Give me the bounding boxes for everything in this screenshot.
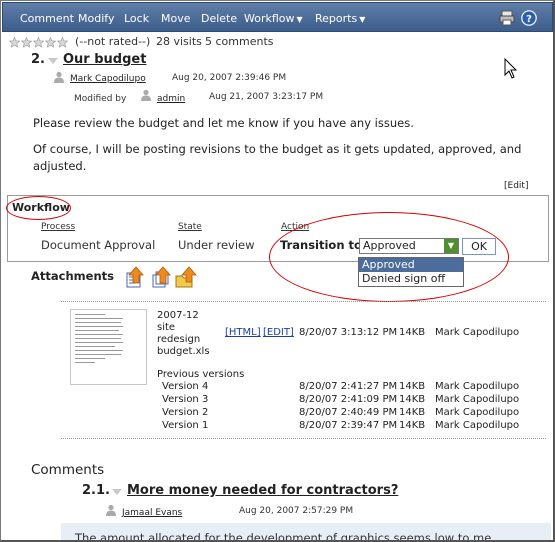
state-label: State bbox=[178, 222, 202, 232]
version-owner: Mark Capodilupo bbox=[435, 407, 520, 418]
file-name-line: budget.xls bbox=[157, 346, 210, 357]
comment-title[interactable]: More money needed for contractors? bbox=[127, 483, 398, 498]
body-paragraph: Please review the budget and let me know… bbox=[33, 116, 414, 130]
version-date: 8/20/07 2:41:09 PM bbox=[299, 394, 398, 405]
reports-menu[interactable]: Reports ▼ bbox=[315, 12, 365, 25]
spreadsheet-thumbnail[interactable] bbox=[70, 309, 147, 385]
file-size: 14KB bbox=[399, 327, 426, 338]
html-link[interactable]: [HTML] bbox=[225, 327, 261, 338]
version-size: 14KB bbox=[399, 420, 426, 431]
version-date: 8/20/07 2:41:27 PM bbox=[299, 381, 398, 392]
user-icon bbox=[141, 89, 151, 101]
process-value: Document Approval bbox=[41, 238, 156, 252]
mouse-cursor-icon bbox=[504, 58, 518, 79]
star-icon[interactable] bbox=[21, 36, 32, 48]
user-icon bbox=[54, 71, 64, 83]
version-size: 14KB bbox=[399, 394, 426, 405]
comment-count: 5 comments bbox=[205, 35, 274, 48]
modified-date: Aug 21, 2007 3:23:17 PM bbox=[209, 92, 324, 102]
reports-menu-label: Reports bbox=[315, 12, 358, 25]
body-paragraph: Of course, I will be posting revisions t… bbox=[33, 142, 522, 173]
toolbar: Comment Modify Lock Move Delete Workflow… bbox=[2, 2, 553, 32]
modified-by-link[interactable]: admin bbox=[157, 94, 185, 104]
window-frame: Comment Modify Lock Move Delete Workflow… bbox=[0, 0, 555, 542]
lock-button[interactable]: Lock bbox=[124, 12, 149, 25]
item-number: 2. bbox=[31, 52, 45, 67]
workflow-heading: Workflow bbox=[12, 201, 70, 214]
rating-status: (--not rated--) bbox=[75, 35, 151, 48]
version-label[interactable]: Version 2 bbox=[162, 407, 208, 418]
created-date: Aug 20, 2007 2:39:46 PM bbox=[172, 73, 287, 83]
version-owner: Mark Capodilupo bbox=[435, 381, 520, 392]
star-icon[interactable] bbox=[45, 36, 56, 48]
chevron-down-icon[interactable]: ▼ bbox=[444, 239, 458, 253]
version-date: 8/20/07 2:40:49 PM bbox=[299, 407, 398, 418]
chevron-down-icon: ▼ bbox=[296, 15, 303, 24]
version-label[interactable]: Version 1 bbox=[162, 420, 208, 431]
comment-body: The amount allocated for the development… bbox=[61, 523, 551, 542]
workflow-menu-label: Workflow bbox=[244, 12, 295, 25]
upload-new-version-icon[interactable] bbox=[151, 266, 173, 288]
edit-file-link[interactable]: [EDIT] bbox=[263, 327, 294, 338]
move-button[interactable]: Move bbox=[161, 12, 191, 25]
file-owner: Mark Capodilupo bbox=[435, 327, 520, 338]
comment-snippet: The amount allocated for the development… bbox=[75, 531, 492, 542]
help-icon[interactable]: ? bbox=[521, 10, 537, 26]
svg-text:?: ? bbox=[526, 14, 532, 25]
chevron-down-icon[interactable] bbox=[47, 57, 59, 65]
file-name-line: redesign bbox=[157, 334, 201, 345]
version-owner: Mark Capodilupo bbox=[435, 394, 520, 405]
modified-label: Modified by bbox=[74, 94, 127, 104]
rating-bar: (--not rated--) 28 visits 5 comments bbox=[9, 35, 274, 49]
comment-number: 2.1. bbox=[82, 483, 110, 498]
version-size: 14KB bbox=[399, 381, 426, 392]
upload-file-icon[interactable] bbox=[125, 266, 147, 288]
attachments-heading: Attachments bbox=[31, 269, 114, 283]
comment-button[interactable]: Comment bbox=[20, 12, 74, 25]
workflow-menu[interactable]: Workflow ▼ bbox=[244, 12, 303, 25]
star-icon[interactable] bbox=[57, 36, 68, 48]
delete-button[interactable]: Delete bbox=[201, 12, 237, 25]
transition-select[interactable]: Approved ▼ bbox=[359, 238, 459, 254]
upload-folder-icon[interactable] bbox=[175, 266, 197, 288]
state-value: Under review bbox=[178, 238, 255, 252]
author-link[interactable]: Mark Capodilupo bbox=[70, 74, 146, 84]
previous-versions-heading: Previous versions bbox=[157, 369, 245, 380]
dropdown-option[interactable]: Approved bbox=[359, 258, 463, 272]
edit-link[interactable]: [Edit] bbox=[504, 181, 528, 191]
ok-button[interactable]: OK bbox=[462, 238, 496, 255]
chevron-down-icon: ▼ bbox=[359, 15, 366, 24]
item-title[interactable]: Our budget bbox=[63, 52, 146, 67]
file-name-line: 2007-12 bbox=[157, 310, 199, 321]
chevron-down-icon[interactable] bbox=[111, 488, 123, 496]
process-label: Process bbox=[41, 222, 76, 232]
comments-heading: Comments bbox=[31, 462, 105, 478]
transition-select-value: Approved bbox=[363, 239, 416, 252]
star-icon[interactable] bbox=[9, 36, 20, 48]
version-size: 14KB bbox=[399, 407, 426, 418]
transition-dropdown: Approved Denied sign off bbox=[358, 257, 464, 287]
version-date: 8/20/07 2:39:47 PM bbox=[299, 420, 398, 431]
divider bbox=[61, 301, 546, 302]
modify-button[interactable]: Modify bbox=[78, 12, 114, 25]
printer-icon[interactable] bbox=[499, 10, 515, 26]
dropdown-option[interactable]: Denied sign off bbox=[359, 272, 463, 286]
version-label[interactable]: Version 3 bbox=[162, 394, 208, 405]
version-owner: Mark Capodilupo bbox=[435, 420, 520, 431]
version-label[interactable]: Version 4 bbox=[162, 381, 208, 392]
file-name-line: site bbox=[157, 322, 176, 333]
comment-author-link[interactable]: Jamaal Evans bbox=[122, 508, 182, 518]
user-icon bbox=[106, 504, 116, 516]
file-date: 8/20/07 3:13:12 PM bbox=[299, 327, 398, 338]
star-icon[interactable] bbox=[33, 36, 44, 48]
visit-count: 28 visits bbox=[156, 35, 202, 48]
comment-date: Aug 20, 2007 2:57:29 PM bbox=[239, 506, 354, 516]
divider bbox=[61, 438, 546, 439]
